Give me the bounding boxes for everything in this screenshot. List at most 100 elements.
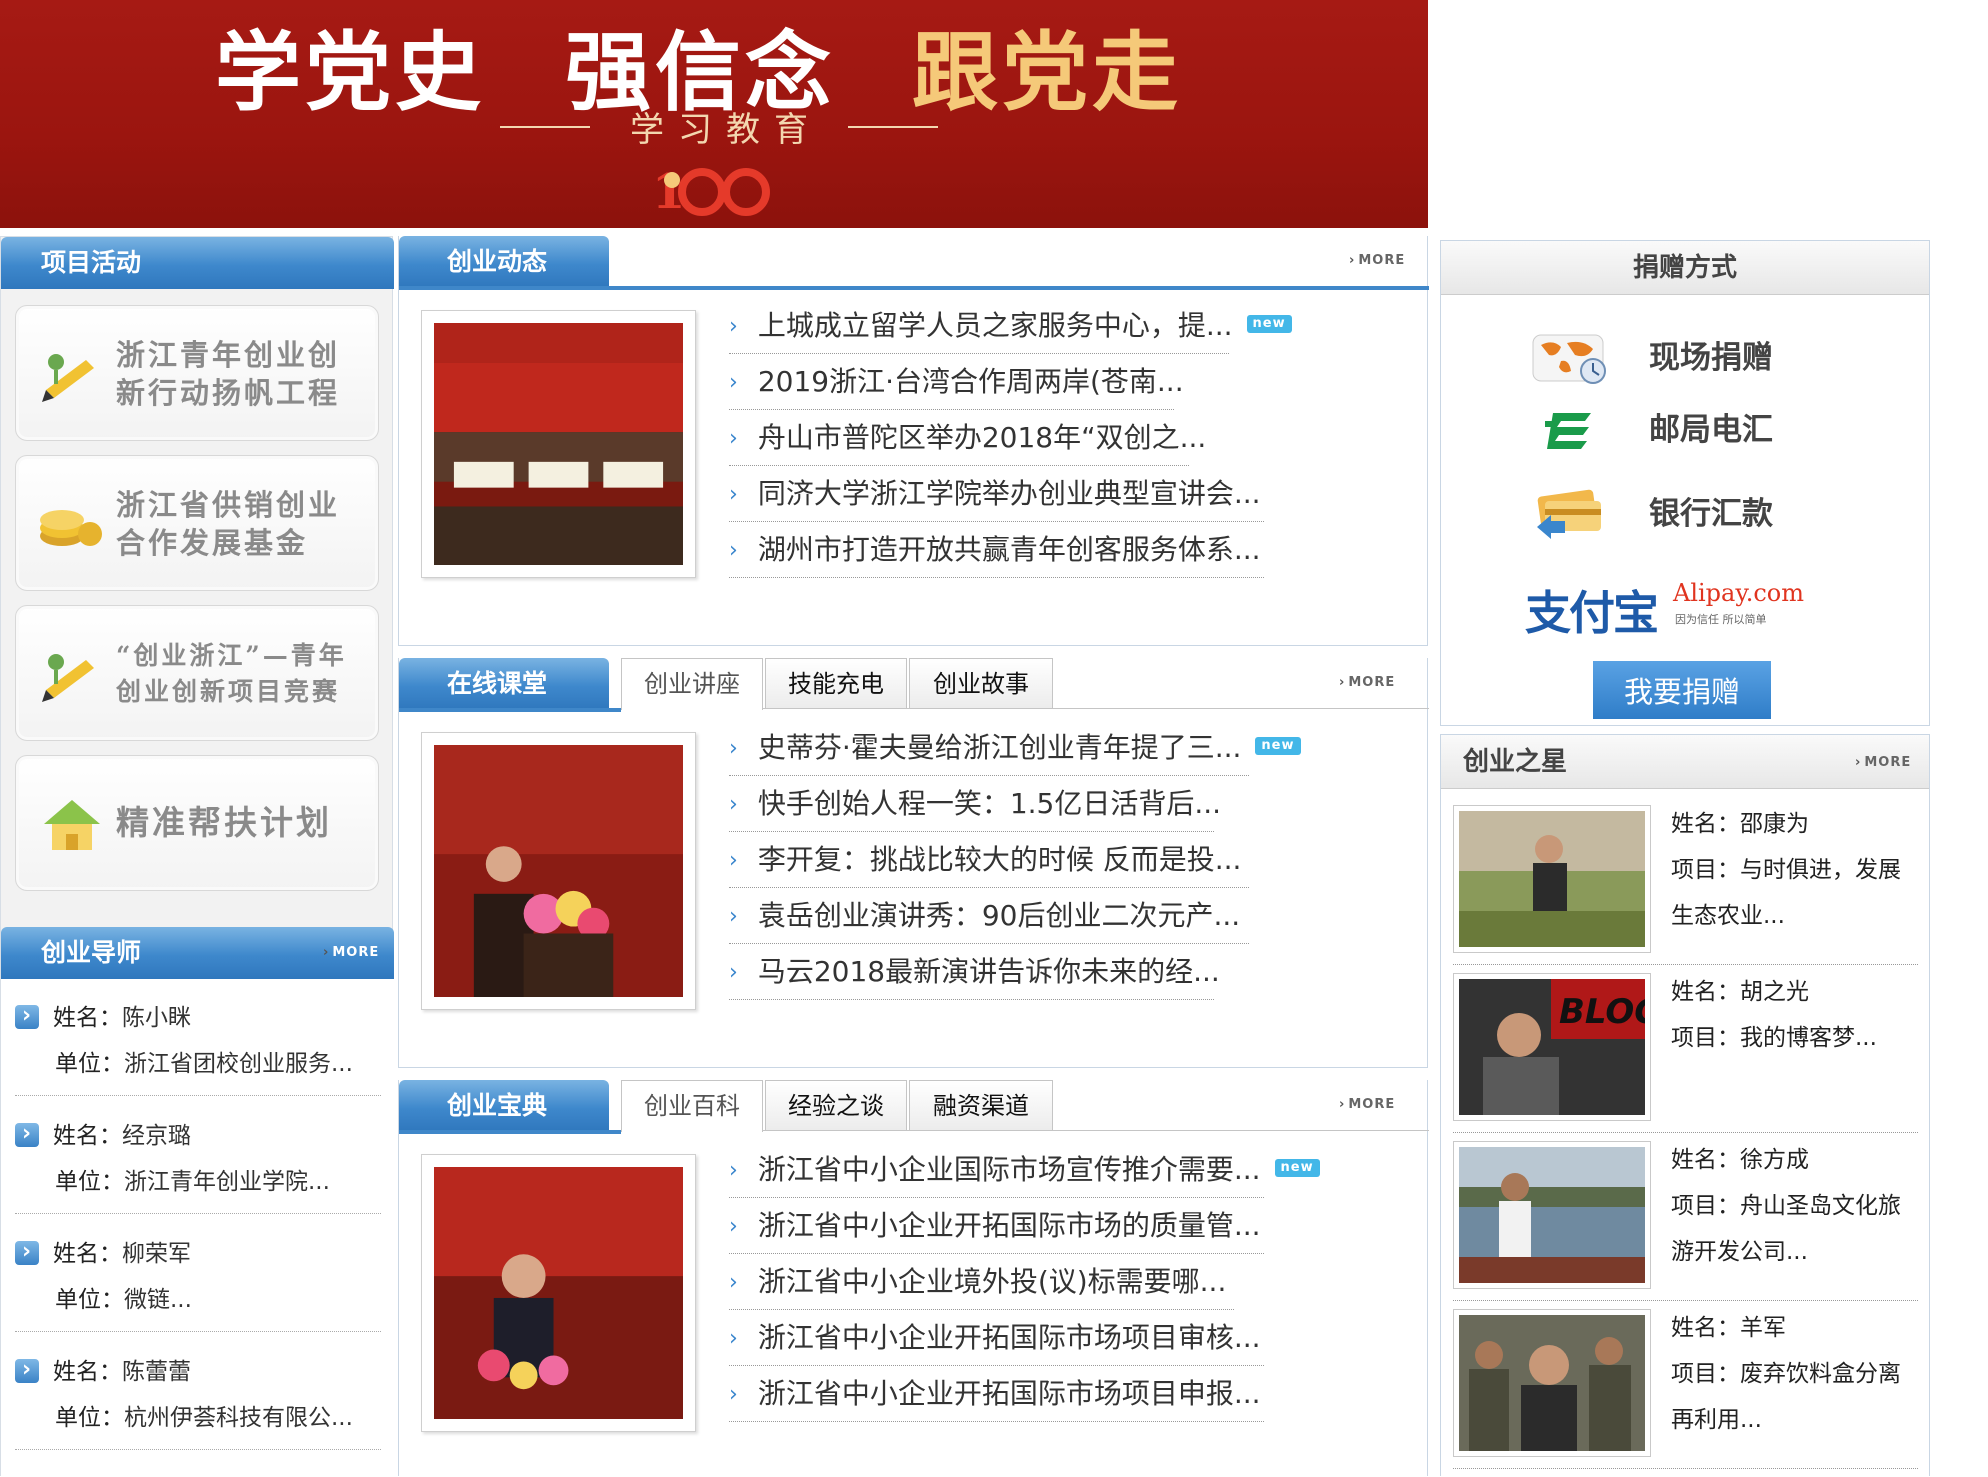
news-link[interactable]: 浙江省中小企业开拓国际市场项目申报... bbox=[758, 1377, 1261, 1410]
news-link[interactable]: 舟山市普陀区举办2018年“双创之... bbox=[758, 421, 1206, 454]
project-card-label: 浙江青年创业创新行动扬帆工程 bbox=[116, 338, 341, 410]
news-link[interactable]: 浙江省中小企业开拓国际市场项目审核... bbox=[758, 1321, 1261, 1354]
news-link[interactable]: 史蒂芬·霍夫曼给浙江创业青年提了三... bbox=[758, 731, 1242, 764]
star-photo[interactable] bbox=[1453, 805, 1651, 953]
news-item[interactable]: › 湖州市打造开放共赢青年创客服务体系... bbox=[729, 524, 1264, 580]
news-item[interactable]: › 史蒂芬·霍夫曼给浙江创业青年提了三... new bbox=[729, 722, 1301, 778]
person-blog-photo-icon: BLOG bbox=[1459, 979, 1662, 1115]
classroom-more-link[interactable]: MORE bbox=[1339, 675, 1395, 690]
chevron-right-icon: › bbox=[729, 736, 738, 761]
news-link[interactable]: 袁岳创业演讲秀：90后创业二次元产... bbox=[758, 899, 1240, 932]
alipay-logo[interactable]: 支付宝 Alipay.com 因为信任 所以简单 bbox=[1525, 577, 1845, 641]
mentor-unit-label: 单位： bbox=[55, 1169, 124, 1195]
star-item[interactable]: 姓名：邵康为 项目：与时俱进，发展 生态农业... bbox=[1453, 801, 1923, 965]
project-card-competition[interactable]: “创业浙江”—青年创业创新项目竞赛 bbox=[15, 605, 379, 741]
arrow-bullet-icon bbox=[15, 1229, 39, 1275]
pencil-plant-icon bbox=[42, 354, 94, 402]
news-item[interactable]: › 2019浙江·台湾合作周两岸(苍南... bbox=[729, 356, 1184, 412]
dynamics-more-link[interactable]: MORE bbox=[1349, 253, 1405, 268]
news-link[interactable]: 浙江省中小企业开拓国际市场的质量管... bbox=[758, 1209, 1261, 1242]
donate-button[interactable]: 我要捐赠 bbox=[1593, 661, 1771, 719]
handbook-header-bar bbox=[399, 1130, 621, 1134]
donation-method-onsite[interactable]: 现场捐赠 bbox=[1441, 323, 1929, 393]
news-item[interactable]: › 浙江省中小企业境外投(议)标需要哪... bbox=[729, 1256, 1234, 1312]
star-name-label: 姓名： bbox=[1671, 1315, 1740, 1341]
star-item[interactable]: 姓名：徐方成 项目：舟山圣岛文化旅 游开发公司... bbox=[1453, 1137, 1923, 1301]
dynamics-title: 创业动态 bbox=[447, 247, 548, 276]
star-item[interactable]: BLOG 姓名：胡之光 项目：我的博客梦... bbox=[1453, 969, 1923, 1133]
handbook-title: 创业宝典 bbox=[447, 1091, 548, 1120]
news-item[interactable]: › 浙江省中小企业开拓国际市场的质量管... bbox=[729, 1200, 1264, 1256]
news-item[interactable]: › 李开复：挑战比较大的时候 反而是投... bbox=[729, 834, 1249, 890]
star-photo[interactable] bbox=[1453, 1309, 1651, 1457]
news-link[interactable]: 上城成立留学人员之家服务中心，提... bbox=[758, 309, 1233, 342]
tab-experience[interactable]: 经验之谈 bbox=[765, 1080, 907, 1130]
news-link[interactable]: 马云2018最新演讲告诉你未来的经... bbox=[758, 955, 1220, 988]
handbook-thumbnail[interactable] bbox=[421, 1154, 696, 1432]
mentor-item[interactable]: 姓名：经京璐 单位：浙江青年创业学院... bbox=[15, 1111, 381, 1214]
chevron-right-icon: › bbox=[729, 1214, 738, 1239]
dynamics-thumbnail[interactable] bbox=[421, 310, 696, 578]
project-card-yangfan[interactable]: 浙江青年创业创新行动扬帆工程 bbox=[15, 305, 379, 441]
chevron-right-icon: › bbox=[729, 848, 738, 873]
tab-skills[interactable]: 技能充电 bbox=[765, 658, 907, 708]
dotted-divider bbox=[1453, 1468, 1918, 1469]
tab-stories[interactable]: 创业故事 bbox=[909, 658, 1053, 708]
star-photo[interactable] bbox=[1453, 1141, 1651, 1289]
mentor-item[interactable]: 姓名：陈蕾蕾 单位：杭州伊荟科技有限公... bbox=[15, 1347, 381, 1450]
bank-card-icon bbox=[1537, 489, 1601, 539]
news-link[interactable]: 2019浙江·台湾合作周两岸(苍南... bbox=[758, 365, 1184, 398]
top-banner[interactable]: 学党史 强信念 跟党走 学习教育 1 bbox=[0, 0, 1428, 228]
news-item[interactable]: › 马云2018最新演讲告诉你未来的经... bbox=[729, 946, 1220, 1002]
dynamics-tab[interactable]: 创业动态 bbox=[399, 236, 609, 288]
classroom-tab[interactable]: 在线课堂 bbox=[399, 658, 609, 710]
news-item[interactable]: › 快手创始人程一笑：1.5亿日活背后... bbox=[729, 778, 1221, 834]
mentor-name: 柳荣军 bbox=[122, 1241, 191, 1267]
dotted-underline bbox=[729, 521, 1264, 522]
news-item[interactable]: › 浙江省中小企业开拓国际市场项目审核... bbox=[729, 1312, 1264, 1368]
handbook-tab[interactable]: 创业宝典 bbox=[399, 1080, 609, 1132]
banner-subtitle: 学习教育 bbox=[630, 110, 822, 150]
star-project-label: 项目： bbox=[1671, 1361, 1740, 1387]
stars-more-link[interactable]: MORE bbox=[1855, 755, 1911, 770]
donation-title: 捐赠方式 bbox=[1632, 253, 1737, 283]
tab-label: 创业故事 bbox=[933, 670, 1029, 698]
tab-financing[interactable]: 融资渠道 bbox=[909, 1080, 1053, 1130]
news-link[interactable]: 浙江省中小企业境外投(议)标需要哪... bbox=[758, 1265, 1227, 1298]
mentor-item[interactable]: 姓名：柳荣军 单位：微链... bbox=[15, 1229, 381, 1332]
news-link[interactable]: 浙江省中小企业国际市场宣传推介需要... bbox=[758, 1153, 1261, 1186]
handbook-more-link[interactable]: MORE bbox=[1339, 1097, 1395, 1112]
tab-lecture[interactable]: 创业讲座 bbox=[621, 658, 763, 710]
project-card-precision-aid[interactable]: 精准帮扶计划 bbox=[15, 755, 379, 891]
news-item[interactable]: › 上城成立留学人员之家服务中心，提... new bbox=[729, 300, 1292, 356]
star-photo[interactable]: BLOG bbox=[1453, 973, 1662, 1121]
mentor-item[interactable]: 姓名：陈小眯 单位：浙江省团校创业服务... bbox=[15, 993, 381, 1096]
donation-method-postal[interactable]: 邮局电汇 bbox=[1441, 395, 1929, 465]
mentors-title: 创业导师 bbox=[41, 938, 142, 967]
project-card-supply-fund[interactable]: 浙江省供销创业合作发展基金 bbox=[15, 455, 379, 591]
dotted-divider bbox=[15, 1449, 381, 1450]
ceremony-photo-icon bbox=[434, 323, 683, 565]
star-item[interactable]: 姓名：羊军 项目：废弃饮料盒分离 再利用... bbox=[1453, 1305, 1923, 1469]
house-icon bbox=[44, 800, 100, 850]
dynamics-panel: 创业动态 MORE › 上城成立留学人员之家服务中心，提... new › 2019浙… bbox=[398, 236, 1429, 646]
news-item[interactable]: › 袁岳创业演讲秀：90后创业二次元产... bbox=[729, 890, 1249, 946]
mentors-more-link[interactable]: MORE bbox=[323, 945, 379, 960]
news-item[interactable]: › 舟山市普陀区举办2018年“双创之... bbox=[729, 412, 1206, 468]
dotted-underline bbox=[729, 1421, 1264, 1422]
donation-method-bank[interactable]: 银行汇款 bbox=[1441, 479, 1929, 549]
news-item[interactable]: › 浙江省中小企业国际市场宣传推介需要... new bbox=[729, 1144, 1320, 1200]
dotted-underline bbox=[729, 943, 1249, 944]
news-link[interactable]: 快手创始人程一笑：1.5亿日活背后... bbox=[758, 787, 1221, 820]
news-link[interactable]: 湖州市打造开放共赢青年创客服务体系... bbox=[758, 533, 1261, 566]
news-item[interactable]: › 浙江省中小企业开拓国际市场项目申报... bbox=[729, 1368, 1264, 1424]
star-name-label: 姓名： bbox=[1671, 811, 1740, 837]
tab-encyclopedia[interactable]: 创业百科 bbox=[621, 1080, 763, 1132]
dotted-underline bbox=[729, 1309, 1234, 1310]
news-link[interactable]: 李开复：挑战比较大的时候 反而是投... bbox=[758, 843, 1242, 876]
dotted-divider bbox=[15, 1331, 381, 1332]
chevron-right-icon: › bbox=[729, 482, 738, 507]
news-item[interactable]: › 同济大学浙江学院举办创业典型宣讲会... bbox=[729, 468, 1264, 524]
news-link[interactable]: 同济大学浙江学院举办创业典型宣讲会... bbox=[758, 477, 1261, 510]
classroom-thumbnail[interactable] bbox=[421, 732, 696, 1010]
